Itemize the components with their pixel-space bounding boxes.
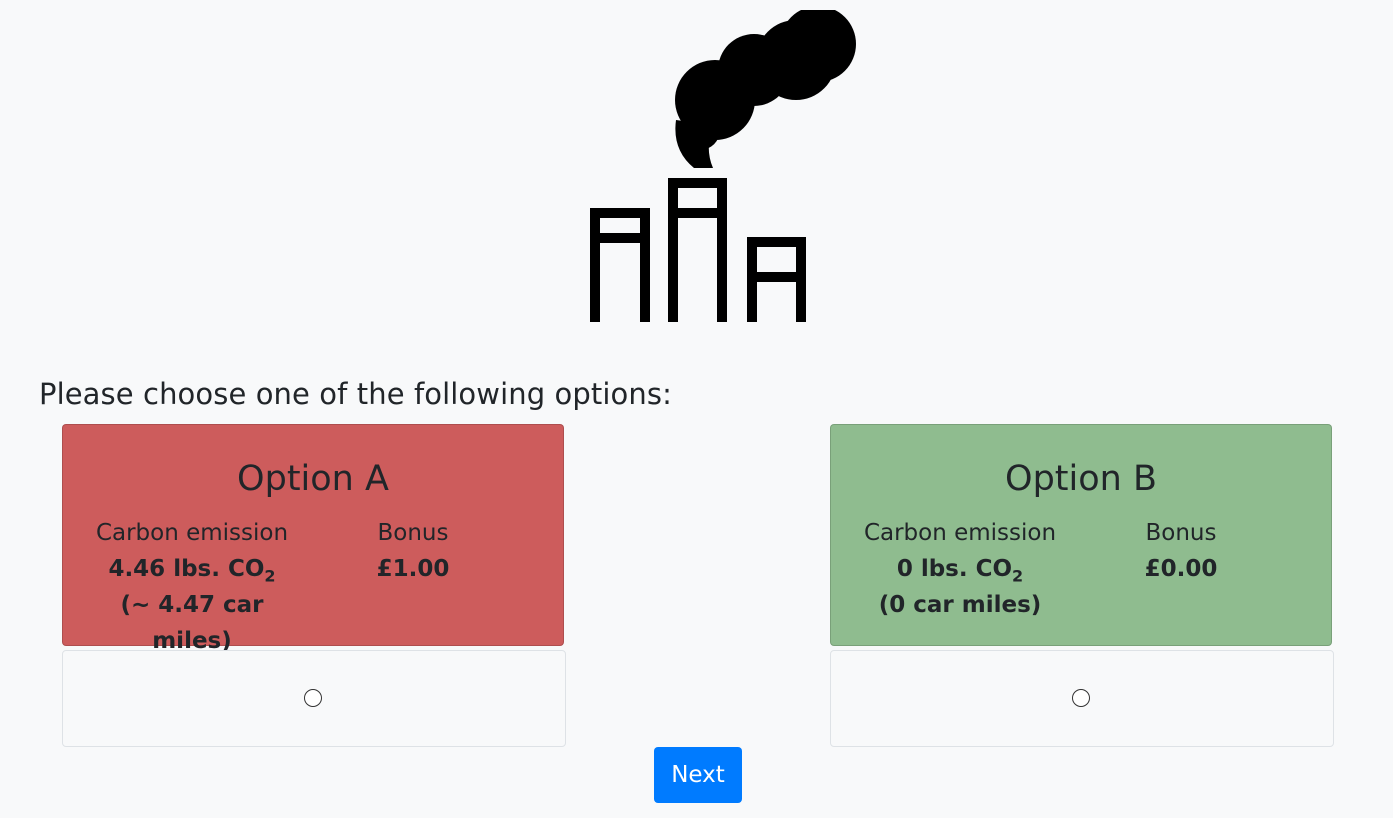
option-a-card: Option A Carbon emission 4.46 lbs. CO2 (… <box>62 424 564 654</box>
factory-smoke-icon <box>590 10 856 322</box>
option-b-radio[interactable] <box>1072 688 1090 707</box>
option-a-radio[interactable] <box>304 688 322 707</box>
option-b-card: Option B Carbon emission 0 lbs. CO2 (0 c… <box>830 424 1332 646</box>
next-button[interactable]: Next <box>654 747 742 803</box>
carbon-emission-value: 0 lbs. CO2 <box>896 556 1024 586</box>
carbon-emission-column: Carbon emission 4.46 lbs. CO2 (~ 4.47 ca… <box>82 515 302 659</box>
bonus-label: Bonus <box>377 520 449 546</box>
option-title: Option A <box>237 459 389 499</box>
bonus-column: Bonus £0.00 <box>1121 515 1241 587</box>
option-b-radio-container[interactable] <box>830 650 1334 747</box>
carbon-emission-value: 4.46 lbs. CO2 <box>108 556 276 586</box>
instruction-text: Please choose one of the following optio… <box>39 377 672 411</box>
bonus-value: £1.00 <box>376 556 450 582</box>
carbon-emission-label: Carbon emission <box>95 520 289 546</box>
car-miles-value: (0 car miles) <box>878 592 1042 618</box>
option-title: Option B <box>1005 459 1157 499</box>
carbon-emission-label: Carbon emission <box>863 520 1057 546</box>
option-a-radio-container[interactable] <box>62 650 566 747</box>
choice-page: Please choose one of the following optio… <box>0 0 1393 818</box>
bonus-column: Bonus £1.00 <box>353 515 473 587</box>
carbon-emission-column: Carbon emission 0 lbs. CO2 (0 car miles) <box>850 515 1070 623</box>
bonus-label: Bonus <box>1145 520 1217 546</box>
car-miles-value: (~ 4.47 car miles) <box>120 592 264 654</box>
bonus-value: £0.00 <box>1144 556 1218 582</box>
